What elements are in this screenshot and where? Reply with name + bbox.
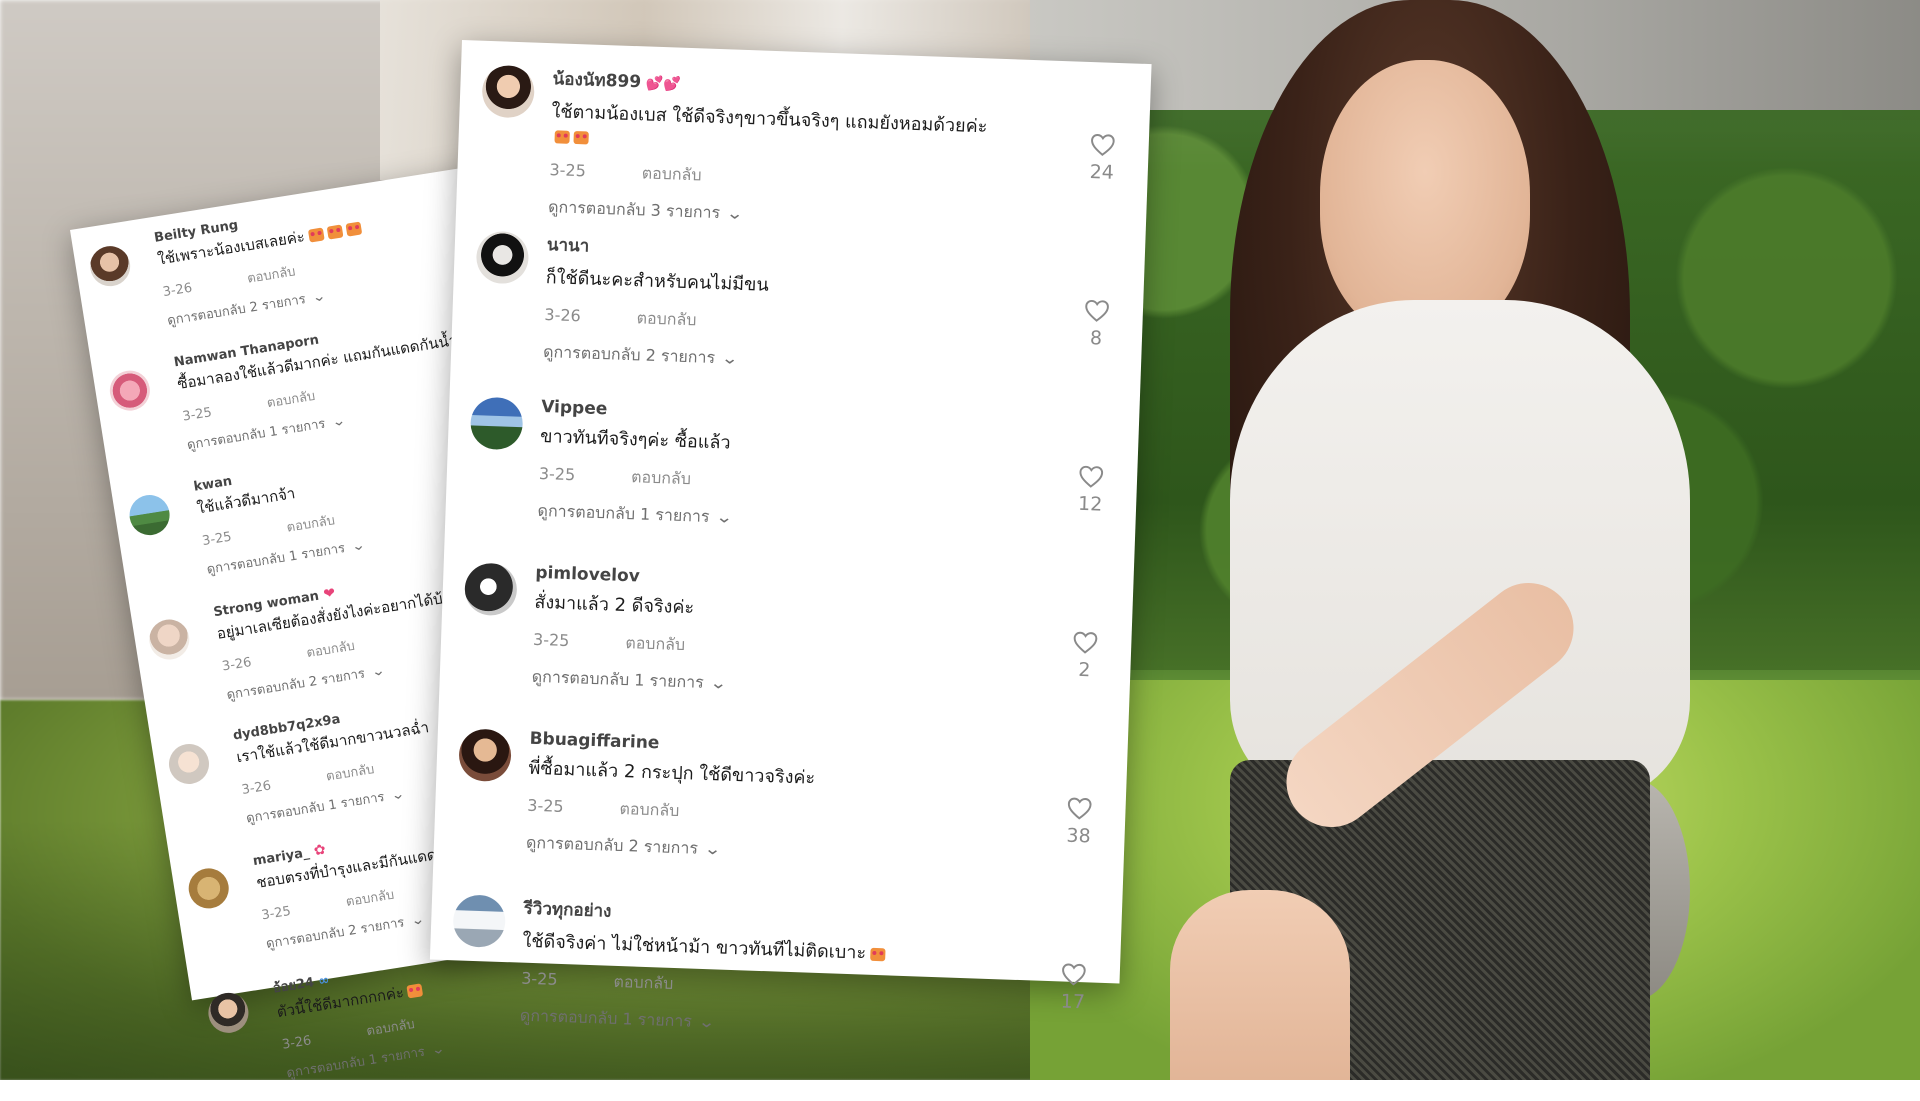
comment-date: 3-26: [240, 778, 273, 798]
comment-item: น้องนัท899 💕💕 ใช้ตามน้องเบส ใช้ดีจริงๆขา…: [456, 40, 1151, 230]
comment-date: 3-25: [520, 968, 558, 989]
comment-meta: 3-25 ตอบกลับ: [549, 158, 1148, 204]
avatar[interactable]: [458, 728, 512, 783]
avatar[interactable]: [205, 989, 252, 1036]
like-button[interactable]: 12: [1070, 464, 1112, 516]
comment-item: นานา ก็ใช้ดีนะคะสำหรับคนไม่มีขน 3-26 ตอบก…: [450, 206, 1145, 396]
comment-item: Bbuagiffarine พี่ซื้อมาแล้ว 2 กระปุก ใช้…: [433, 704, 1128, 894]
reply-button[interactable]: ตอบกลับ: [631, 467, 691, 488]
comment-date: 3-25: [538, 463, 576, 485]
comment-item: Vippee ขาวทันทีจริงๆค่ะ ซื้อแล้ว 3-25 ตอบ…: [445, 372, 1140, 562]
chevron-down-icon: ⌄: [715, 507, 734, 527]
comment-date: 3-25: [532, 629, 570, 651]
view-replies-button[interactable]: ดูการตอบกลับ 1 รายการ ⌄: [531, 665, 1130, 711]
like-count: 38: [1066, 824, 1092, 848]
avatar[interactable]: [469, 396, 524, 451]
like-count: 24: [1089, 160, 1115, 184]
avatar[interactable]: [475, 230, 530, 285]
reply-button[interactable]: ตอบกลับ: [619, 799, 679, 820]
chevron-down-icon: ⌄: [369, 663, 387, 681]
avatar[interactable]: [146, 616, 193, 663]
chevron-down-icon: ⌄: [389, 786, 406, 804]
comment-date: 3-26: [221, 655, 253, 675]
reply-button[interactable]: ตอบกลับ: [625, 633, 685, 654]
reply-button[interactable]: ตอบกลับ: [286, 513, 336, 535]
avatar[interactable]: [166, 741, 212, 787]
chevron-down-icon: ⌄: [709, 673, 728, 693]
comment-date: 3-26: [544, 305, 582, 326]
chevron-down-icon: ⌄: [697, 1011, 716, 1032]
comment-meta: 3-25 ตอบกลับ: [527, 794, 1126, 840]
avatar[interactable]: [185, 865, 232, 912]
avatar[interactable]: [452, 894, 507, 949]
chevron-down-icon: ⌄: [310, 288, 328, 306]
comment-meta: 3-25 ตอบกลับ: [533, 628, 1132, 674]
reply-button[interactable]: ตอบกลับ: [345, 888, 395, 910]
reply-button[interactable]: ตอบกลับ: [246, 264, 296, 286]
like-count: 8: [1089, 327, 1103, 350]
comment-date: 3-25: [181, 405, 213, 425]
emoji-icon: [554, 129, 570, 144]
reply-button[interactable]: ตอบกลับ: [325, 762, 375, 784]
emoji-icon: [345, 221, 362, 237]
chevron-down-icon: ⌄: [409, 912, 426, 930]
avatar[interactable]: [481, 64, 536, 119]
avatar[interactable]: [126, 492, 173, 538]
emoji-icon: [573, 130, 589, 144]
view-replies-button[interactable]: ดูการตอบกลับ 1 รายการ ⌄: [537, 499, 1136, 545]
heart-icon: [1065, 629, 1106, 659]
emoji-icon: [326, 224, 344, 240]
chevron-down-icon: ⌄: [429, 1041, 447, 1059]
avatar[interactable]: [87, 243, 134, 290]
chevron-down-icon: ⌄: [720, 348, 739, 368]
reply-button[interactable]: ตอบกลับ: [306, 639, 356, 661]
avatar[interactable]: [463, 562, 518, 617]
comment-item: รีวิวทุกอย่าง ใช้ดีจริงค่า ไม่ใช่หน้าม้า…: [427, 869, 1122, 1059]
emoji-icon: [869, 947, 886, 961]
reply-button[interactable]: ตอบกลับ: [636, 308, 696, 329]
comment-date: 3-26: [280, 1033, 313, 1053]
reply-button[interactable]: ตอบกลับ: [266, 389, 316, 411]
like-button[interactable]: 2: [1064, 629, 1106, 681]
heart-icon: [1082, 132, 1123, 162]
chevron-down-icon: ⌄: [703, 838, 722, 859]
like-count: 2: [1077, 658, 1091, 682]
two-hearts-icon: 💕💕: [640, 75, 682, 93]
infinity-icon: ∞: [312, 972, 331, 990]
red-heart-icon: ❤: [317, 585, 337, 604]
heart-icon: [1053, 961, 1094, 991]
avatar[interactable]: [106, 367, 153, 414]
like-count: 12: [1077, 492, 1103, 516]
comments-card-right: น้องนัท899 💕💕 ใช้ตามน้องเบส ใช้ดีจริงๆขา…: [429, 40, 1152, 1031]
like-count: 17: [1060, 990, 1086, 1014]
reply-button[interactable]: ตอบกลับ: [613, 972, 673, 993]
comment-date: 3-25: [201, 529, 233, 550]
emoji-icon: [406, 983, 424, 999]
heart-icon: [1059, 795, 1100, 825]
flower-icon: ✿: [307, 841, 327, 861]
emoji-icon: [307, 227, 325, 243]
comment-item: pimlovelov สั่งมาแล้ว 2 ดีจริงค่ะ 3-25 ตอ…: [439, 538, 1134, 728]
like-button[interactable]: 24: [1081, 132, 1123, 184]
chevron-down-icon: ⌄: [350, 537, 367, 555]
heart-icon: [1071, 464, 1112, 494]
comment-meta: 3-25 ตอบกลับ: [538, 462, 1137, 508]
comment-date: 3-25: [549, 160, 587, 181]
comment-date: 3-25: [527, 795, 564, 817]
like-button[interactable]: 8: [1076, 298, 1118, 350]
comment-date: 3-25: [260, 903, 292, 924]
reply-button[interactable]: ตอบกลับ: [641, 163, 701, 184]
reply-button[interactable]: ตอบกลับ: [365, 1017, 415, 1039]
like-button[interactable]: 38: [1058, 795, 1100, 847]
view-replies-button[interactable]: ดูการตอบกลับ 2 รายการ ⌄: [526, 831, 1125, 877]
comment-meta: 3-25 ตอบกลับ: [521, 967, 1120, 1013]
heart-icon: [1076, 298, 1117, 328]
person-face: [1320, 60, 1530, 340]
comment-meta: 3-26 ตอบกลับ: [544, 303, 1143, 349]
comment-date: 3-26: [161, 280, 194, 301]
person-leg: [1170, 890, 1350, 1080]
chevron-down-icon: ⌄: [330, 413, 347, 431]
like-button[interactable]: 17: [1052, 961, 1094, 1013]
